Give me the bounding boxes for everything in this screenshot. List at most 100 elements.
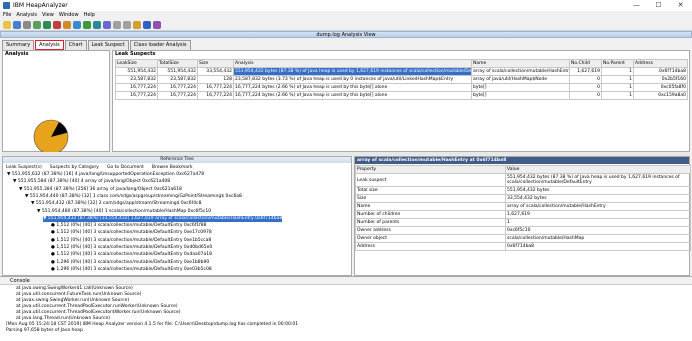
detail-value: 551,954,432 bytes <box>505 186 691 195</box>
cell-noparent: 1 <box>601 75 634 84</box>
cell-leaksize: 551,954,432 <box>115 67 158 76</box>
col-noparent[interactable]: No.Parent <box>601 59 634 68</box>
console-panel: Console at java.swing.SwingWorker$1.call… <box>0 276 692 341</box>
detail-property: Address <box>355 242 506 251</box>
cell-analysis: 551,954,432 bytes (87.38 %) of Java heap… <box>233 67 472 76</box>
forward-icon[interactable] <box>123 21 131 29</box>
compare-icon[interactable] <box>83 21 91 29</box>
tree-node[interactable]: ▼ 551,955,584 (87.38%) [40] 4 array of j… <box>13 179 170 185</box>
col-name[interactable]: Name <box>471 59 570 68</box>
menu-window[interactable]: Window <box>59 11 79 19</box>
detail-property: Name <box>355 202 506 211</box>
tab-leak-suspect[interactable]: Leak Suspect <box>87 40 129 50</box>
table-row[interactable]: 16,777,224 16,777,224 16,777,224 16,777,… <box>115 91 688 100</box>
leak-suspects-panel: Leak Suspects LeakSize TotalSize Size An… <box>112 50 690 152</box>
tree-node[interactable]: ● 1,512 (0%) [40] 3 scala/collection/mut… <box>51 252 212 258</box>
menu-view[interactable]: View <box>42 11 54 19</box>
col-totalsize[interactable]: TotalSize <box>157 59 198 68</box>
close-button[interactable]: ✕ <box>676 1 685 10</box>
table-row[interactable]: 551,954,432 551,954,432 33,554,432 551,9… <box>115 67 688 76</box>
detail-row[interactable]: Number of children 1,627,619 <box>355 210 691 219</box>
refresh-icon[interactable] <box>63 21 71 29</box>
tab-suspects-by-category[interactable]: Suspects by Category <box>50 164 99 171</box>
detail-value: 33,554,432 bytes <box>505 194 691 203</box>
tree-node[interactable]: ● 1,512 (0%) [40] 3 scala/collection/mut… <box>51 223 206 229</box>
menu-analysis[interactable]: Analysis <box>16 11 37 19</box>
print-icon[interactable] <box>23 21 31 29</box>
detail-property: Number of parents <box>355 218 506 227</box>
toolbar <box>0 19 692 31</box>
detail-row[interactable]: Total size 551,954,432 bytes <box>355 186 691 195</box>
col-value[interactable]: Value <box>505 165 691 174</box>
tree-node[interactable]: ● 1,512 (0%) [40] 3 scala/collection/mut… <box>51 245 212 251</box>
search-icon[interactable] <box>103 21 111 29</box>
stop-icon[interactable] <box>73 21 81 29</box>
menu-file[interactable]: File <box>3 11 11 19</box>
filter-icon[interactable] <box>93 21 101 29</box>
tree-node[interactable]: ● 1,512 (0%) [40] 3 scala/collection/mut… <box>51 238 211 244</box>
tree-node[interactable]: ▼ 551,954,440 (87.38%) [32] 1 class com/… <box>25 194 242 200</box>
gear-icon[interactable] <box>53 21 61 29</box>
cell-leaksize: 23,587,832 <box>115 75 158 84</box>
tab-browse-bookmark[interactable]: Browse Bookmark <box>152 164 193 171</box>
tree-node[interactable]: ▼ 551,955,632 (87.38%) [16] 4 java/lang/… <box>7 172 204 178</box>
reference-tree-title: Reference Tree <box>3 157 351 163</box>
tree-icon[interactable] <box>43 21 51 29</box>
cell-totalsize: 23,587,832 <box>157 75 198 84</box>
tree-node[interactable]: ● 1,296 (0%) [40] 3 scala/collection/mut… <box>51 260 209 266</box>
cell-size: 33,554,432 <box>197 67 234 76</box>
detail-row[interactable]: Address 0x6f714ba8 <box>355 242 691 251</box>
home-icon[interactable] <box>133 21 141 29</box>
detail-value: 551,954,432 bytes (87.38 %) of Java heap… <box>505 173 691 187</box>
detail-row[interactable]: Owner address 0xc6f5c10 <box>355 226 691 235</box>
detail-property: Owner object <box>355 234 506 243</box>
tree-node[interactable]: ▼ 551,954,432 (87.38%) [32] 2 com/sdgs/a… <box>31 201 201 207</box>
detail-value: array of scala/collection/mutable/HashEn… <box>505 202 691 211</box>
open-icon[interactable] <box>3 21 11 29</box>
tab-leak-suspects[interactable]: Leak Suspect(s) <box>6 164 42 171</box>
back-icon[interactable] <box>113 21 121 29</box>
console-line: [Mon Aug 05 15:24:18 CST 2019] IBM Heap … <box>6 322 299 327</box>
app-icon <box>3 2 10 9</box>
help-icon[interactable] <box>153 21 161 29</box>
tree-node[interactable]: ▼ 551,954,480 (87.38%) [40] 1 scala/coll… <box>37 209 211 215</box>
tab-summary[interactable]: Summary <box>2 40 35 50</box>
col-property[interactable]: Property <box>355 165 506 174</box>
detail-row[interactable]: Size 33,554,432 bytes <box>355 194 691 203</box>
col-size[interactable]: Size <box>197 59 234 68</box>
menu-bar: File Analysis View Window Help <box>0 11 692 19</box>
tree-node[interactable]: ▼ 551,954,432 (87.38%) [33,554,432] 1,62… <box>43 215 283 222</box>
detail-row[interactable]: Number of parents 1 <box>355 218 691 227</box>
cell-analysis: 16,777,224 bytes (2.66 %) of Java heap i… <box>233 91 472 100</box>
table-row[interactable]: 16,777,224 16,777,224 16,777,224 16,777,… <box>115 83 688 92</box>
console-line: at javax.swing.SwingWorker.run(Unknown S… <box>16 298 130 303</box>
title-bar: IBM HeapAnalyzer — ☐ ✕ <box>0 0 692 11</box>
tab-go-to-document[interactable]: Go to Document <box>107 164 144 171</box>
tab-chart[interactable]: Chart <box>64 40 87 50</box>
save-icon[interactable] <box>13 21 21 29</box>
col-address[interactable]: Address <box>633 59 688 68</box>
menu-help[interactable]: Help <box>84 11 95 19</box>
tab-class-loader-analysis[interactable]: Class loader Analysis <box>129 40 191 50</box>
minimize-button[interactable]: — <box>632 1 641 10</box>
detail-row[interactable]: Name array of scala/collection/mutable/Ha… <box>355 202 691 211</box>
tree-node[interactable]: ▼ 551,955,384 (87.38%) [256] 36 array of… <box>19 187 182 193</box>
info-icon[interactable] <box>143 21 151 29</box>
reference-tree: ▼ 551,955,632 (87.38%) [16] 4 java/lang/… <box>3 172 351 276</box>
detail-row[interactable]: Leak suspect 551,954,432 bytes (87.38 %) … <box>355 173 691 187</box>
console-line: Parsing 97,658 bytes of Java heap <box>6 328 83 333</box>
reference-tree-panel: Reference Tree Leak Suspect(s) Suspects … <box>2 156 352 276</box>
tree-node[interactable]: ● 1,296 (0%) [40] 3 scala/collection/mut… <box>51 267 212 273</box>
maximize-button[interactable]: ☐ <box>654 1 663 10</box>
detail-header: Property Value <box>355 165 691 174</box>
col-nochild[interactable]: No.Child <box>569 59 602 68</box>
console-line: at java.util.concurrent.ThreadPoolExecut… <box>16 304 178 309</box>
col-leaksize[interactable]: LeakSize <box>115 59 158 68</box>
tree-node[interactable]: ● 1,512 (0%) [40] 3 scala/collection/mut… <box>51 230 212 236</box>
cell-size: 16,777,224 <box>197 83 234 92</box>
col-analysis[interactable]: Analysis <box>233 59 472 68</box>
tab-analysis[interactable]: Analysis <box>35 40 64 50</box>
table-row[interactable]: 23,587,832 23,587,832 128 23,587,832 byt… <box>115 75 688 84</box>
detail-row[interactable]: Owner object scala/collection/mutable/Has… <box>355 234 691 243</box>
chart-icon[interactable] <box>33 21 41 29</box>
